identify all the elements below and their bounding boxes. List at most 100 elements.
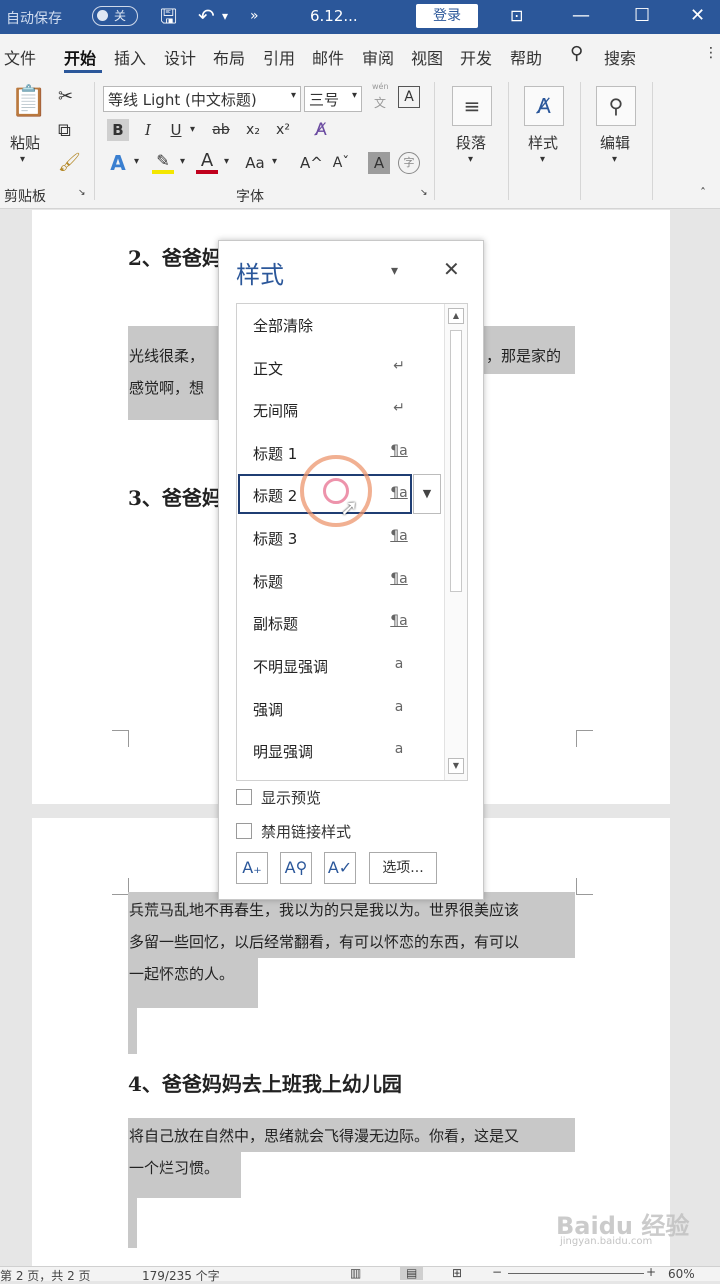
shrink-font-icon[interactable]: Aˇ — [330, 152, 352, 174]
tab-search[interactable]: 搜索 — [604, 45, 636, 69]
editing-dropdown-icon[interactable]: ▾ — [612, 154, 617, 165]
change-case-icon[interactable]: Aa — [240, 152, 270, 174]
character-shading-icon[interactable]: A — [368, 152, 390, 174]
find-icon[interactable]: ⚲ — [596, 86, 636, 126]
superscript-icon[interactable]: x² — [272, 119, 294, 141]
tab-developer[interactable]: 开发 — [460, 45, 492, 69]
paragraph-dropdown-icon[interactable]: ▾ — [468, 154, 473, 165]
login-button[interactable]: 登录 — [416, 4, 478, 28]
underline-icon[interactable]: U — [165, 119, 187, 141]
style-item-subtitle[interactable]: 副标题 ¶a — [237, 602, 447, 642]
font-size-dropdown-icon[interactable]: ▾ — [352, 90, 357, 101]
close-icon[interactable]: ✕ — [690, 3, 705, 29]
strikethrough-icon[interactable]: ab — [210, 119, 232, 141]
tab-design[interactable]: 设计 — [164, 45, 196, 69]
highlight-icon[interactable]: ✎ — [152, 150, 174, 174]
font-name-dropdown-icon[interactable]: ▾ — [291, 90, 296, 101]
tab-references[interactable]: 引用 — [263, 45, 295, 69]
tab-file[interactable]: 文件 — [4, 45, 36, 69]
minimize-icon[interactable]: — — [572, 3, 590, 29]
style-item-clear-all[interactable]: 全部清除 — [237, 304, 447, 344]
cut-icon[interactable]: ✂ — [58, 86, 73, 107]
style-item-subtle-emphasis[interactable]: 不明显强调 a — [237, 645, 447, 685]
style-item-normal[interactable]: 正文 ↵ — [237, 347, 447, 387]
style-item-emphasis[interactable]: 强调 a — [237, 688, 447, 728]
styles-label[interactable]: 样式 — [528, 132, 558, 153]
style-inspector-icon[interactable]: A⚲ — [280, 852, 312, 884]
change-case-dropdown-icon[interactable]: ▾ — [272, 156, 277, 167]
scroll-thumb[interactable] — [450, 330, 462, 592]
zoom-level[interactable]: 60% — [668, 1267, 695, 1281]
new-style-icon[interactable]: A₊ — [236, 852, 268, 884]
character-border-icon[interactable]: A — [398, 86, 420, 108]
highlight-dropdown-icon[interactable]: ▾ — [180, 156, 185, 167]
zoom-slider[interactable] — [508, 1273, 644, 1274]
tab-view[interactable]: 视图 — [411, 45, 443, 69]
font-color-dropdown-icon[interactable]: ▾ — [224, 156, 229, 167]
paste-label[interactable]: 粘贴 — [10, 132, 40, 153]
options-button[interactable]: 选项... — [369, 852, 437, 884]
zoom-in-icon[interactable]: + — [646, 1265, 656, 1279]
print-layout-icon[interactable]: ▤ — [400, 1266, 424, 1280]
style-list[interactable]: 全部清除 正文 ↵ 无间隔 ↵ 标题 1 ¶a 标题 2 ¶a ▼ 标题 3 ¶… — [236, 303, 468, 781]
undo-icon[interactable]: ↶ — [198, 4, 215, 28]
format-painter-icon[interactable]: 🖌 — [58, 152, 81, 173]
tab-insert[interactable]: 插入 — [114, 45, 146, 69]
collapse-ribbon-icon[interactable]: ˆ — [700, 186, 706, 200]
font-color-icon[interactable]: A — [196, 150, 218, 174]
tab-layout[interactable]: 布局 — [213, 45, 245, 69]
word-count[interactable]: 179/235 个字 — [142, 1267, 220, 1284]
copy-icon[interactable]: ⧉ — [58, 120, 71, 141]
web-layout-icon[interactable]: ⊞ — [452, 1266, 462, 1280]
styles-icon[interactable]: A̸ — [524, 86, 564, 126]
show-preview-checkbox[interactable] — [236, 789, 252, 805]
save-icon[interactable]: 🖫 — [160, 4, 177, 28]
clipboard-icon[interactable]: 📋 — [10, 84, 47, 119]
style-list-scrollbar[interactable]: ▲ ▼ — [444, 304, 467, 780]
paragraph-icon[interactable]: ≡ — [452, 86, 492, 126]
clipboard-launcher-icon[interactable]: ↘ — [78, 188, 86, 198]
font-name-box[interactable]: 等线 Light (中文标题) ▾ — [103, 86, 301, 112]
styles-pane[interactable]: 样式 ▾ ✕ 全部清除 正文 ↵ 无间隔 ↵ 标题 1 ¶a 标题 2 ¶a ▼… — [218, 240, 484, 900]
clear-formatting-icon[interactable]: A̸ — [310, 119, 332, 141]
underline-dropdown-icon[interactable]: ▾ — [190, 124, 195, 135]
maximize-icon[interactable]: ☐ — [634, 3, 650, 29]
manage-styles-icon[interactable]: A✓ — [324, 852, 356, 884]
autosave-toggle[interactable]: 关 — [92, 6, 138, 26]
tab-home[interactable]: 开始 — [64, 45, 96, 69]
font-launcher-icon[interactable]: ↘ — [420, 188, 428, 198]
scroll-up-icon[interactable]: ▲ — [448, 308, 464, 324]
paragraph-label[interactable]: 段落 — [456, 132, 486, 153]
style-item-dropdown-icon[interactable]: ▼ — [413, 474, 441, 514]
font-size-box[interactable]: 三号 ▾ — [304, 86, 362, 112]
search-icon[interactable]: ⚲ — [570, 43, 583, 64]
scroll-down-icon[interactable]: ▼ — [448, 758, 464, 774]
text-effects-dropdown-icon[interactable]: ▾ — [134, 156, 139, 167]
style-item-no-spacing[interactable]: 无间隔 ↵ — [237, 389, 447, 429]
editing-label[interactable]: 编辑 — [600, 132, 630, 153]
more-icon[interactable]: ⋮ — [704, 45, 718, 61]
close-icon[interactable]: ✕ — [443, 257, 460, 281]
tab-help[interactable]: 帮助 — [510, 45, 542, 69]
grow-font-icon[interactable]: A^ — [300, 152, 323, 174]
text-effects-icon[interactable]: A — [107, 152, 129, 174]
paste-dropdown-icon[interactable]: ▾ — [20, 154, 25, 165]
bold-icon[interactable]: B — [107, 119, 129, 141]
tab-mailings[interactable]: 邮件 — [312, 45, 344, 69]
enclose-characters-icon[interactable]: 字 — [398, 152, 420, 174]
page-count[interactable]: 第 2 页，共 2 页 — [0, 1267, 91, 1284]
subscript-icon[interactable]: x₂ — [242, 119, 264, 141]
style-item-intense-emphasis[interactable]: 明显强调 a — [237, 730, 447, 770]
ribbon-display-icon[interactable]: ⊡ — [510, 3, 523, 29]
tab-review[interactable]: 审阅 — [362, 45, 394, 69]
more-commands-icon[interactable]: » — [250, 4, 259, 28]
style-item-title[interactable]: 标题 ¶a — [237, 560, 447, 600]
disable-linked-styles-checkbox[interactable] — [236, 823, 252, 839]
phonetic-guide-icon[interactable]: 文 — [374, 94, 386, 111]
zoom-out-icon[interactable]: − — [492, 1265, 502, 1279]
pane-options-icon[interactable]: ▾ — [391, 263, 398, 279]
italic-icon[interactable]: I — [137, 119, 159, 141]
styles-dropdown-icon[interactable]: ▾ — [540, 154, 545, 165]
read-mode-icon[interactable]: ▥ — [350, 1266, 361, 1280]
undo-dropdown-icon[interactable]: ▾ — [222, 4, 228, 28]
